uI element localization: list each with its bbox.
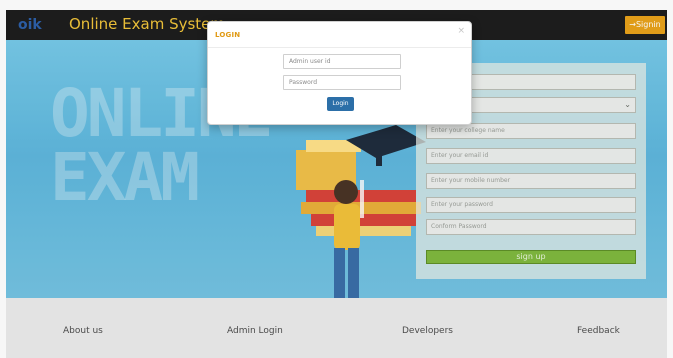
footer-link-about-us[interactable]: About us (63, 325, 103, 337)
login-modal-title: LOGIN (215, 31, 241, 39)
footer-link-admin-login[interactable]: Admin Login (227, 325, 283, 337)
footer-link-developers[interactable]: Developers (402, 325, 453, 337)
modal-divider (208, 47, 471, 48)
footer-link-feedback[interactable]: Feedback (577, 325, 620, 337)
admin-user-id-input[interactable]: Admin user id (283, 54, 401, 69)
login-modal: LOGIN × Admin user id Password Login (207, 21, 472, 125)
close-icon[interactable]: × (457, 26, 465, 36)
admin-password-input[interactable]: Password (283, 75, 401, 90)
login-button[interactable]: Login (327, 97, 354, 111)
site-footer: About us Admin Login Developers Feedback (6, 298, 667, 358)
